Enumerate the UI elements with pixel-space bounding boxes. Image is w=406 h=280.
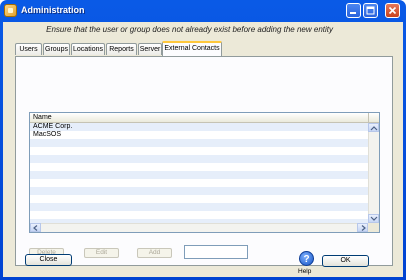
hint-text: Ensure that the user or group does not a… — [46, 25, 333, 34]
close-button[interactable]: Close — [25, 254, 72, 266]
horizontal-scrollbar[interactable] — [30, 223, 368, 232]
edit-button[interactable]: Edit — [84, 248, 119, 258]
close-icon — [388, 6, 397, 15]
window-title: Administration — [21, 5, 85, 15]
column-header-name[interactable]: Name — [30, 113, 368, 123]
tab-locations[interactable]: Locations — [71, 43, 105, 55]
maximize-icon — [366, 6, 375, 15]
tab-server[interactable]: Server — [138, 43, 162, 55]
help-label[interactable]: Help — [298, 268, 311, 275]
contact-name-input[interactable] — [184, 245, 248, 259]
list-empty-row — [30, 203, 368, 211]
arrow-left-icon — [33, 225, 38, 231]
list-empty-row — [30, 171, 368, 179]
minimize-icon — [350, 12, 356, 14]
list-empty-row — [30, 211, 368, 219]
list-empty-row — [30, 147, 368, 155]
dialog-body: Ensure that the user or group does not a… — [3, 22, 403, 277]
scroll-right-button[interactable] — [357, 223, 368, 232]
app-icon — [4, 4, 17, 17]
add-button[interactable]: Add — [137, 248, 172, 258]
tab-panel: Name ACME Corp. MacSOS Delete Edit Add — [15, 56, 393, 266]
vertical-scrollbar[interactable] — [368, 123, 379, 223]
arrow-up-icon — [370, 126, 378, 131]
list-empty-row — [30, 163, 368, 171]
ok-button[interactable]: OK — [322, 255, 369, 267]
list-item[interactable]: MacSOS — [30, 131, 368, 139]
list-item[interactable]: ACME Corp. — [30, 123, 368, 131]
contacts-list[interactable]: Name ACME Corp. MacSOS — [29, 112, 380, 233]
close-window-button[interactable] — [385, 3, 400, 18]
minimize-button[interactable] — [346, 3, 361, 18]
scroll-up-button[interactable] — [368, 123, 379, 132]
title-bar[interactable]: Administration — [0, 0, 406, 22]
tab-external-contacts[interactable]: External Contacts — [162, 41, 222, 56]
maximize-button[interactable] — [363, 3, 378, 18]
arrow-down-icon — [370, 216, 378, 221]
tab-reports[interactable]: Reports — [106, 43, 137, 55]
column-header-filler — [368, 113, 379, 123]
administration-window: Administration Ensure that the user or g… — [0, 0, 406, 280]
list-rows: ACME Corp. MacSOS — [30, 123, 368, 227]
scroll-left-button[interactable] — [30, 223, 41, 232]
tab-users[interactable]: Users — [15, 43, 42, 55]
list-empty-row — [30, 187, 368, 195]
arrow-right-icon — [361, 225, 366, 231]
list-empty-row — [30, 155, 368, 163]
list-empty-row — [30, 179, 368, 187]
scrollbar-corner — [368, 223, 379, 232]
tab-groups[interactable]: Groups — [43, 43, 70, 55]
list-empty-row — [30, 195, 368, 203]
help-icon[interactable]: ? — [299, 251, 314, 266]
scroll-down-button[interactable] — [368, 214, 379, 223]
list-empty-row — [30, 139, 368, 147]
